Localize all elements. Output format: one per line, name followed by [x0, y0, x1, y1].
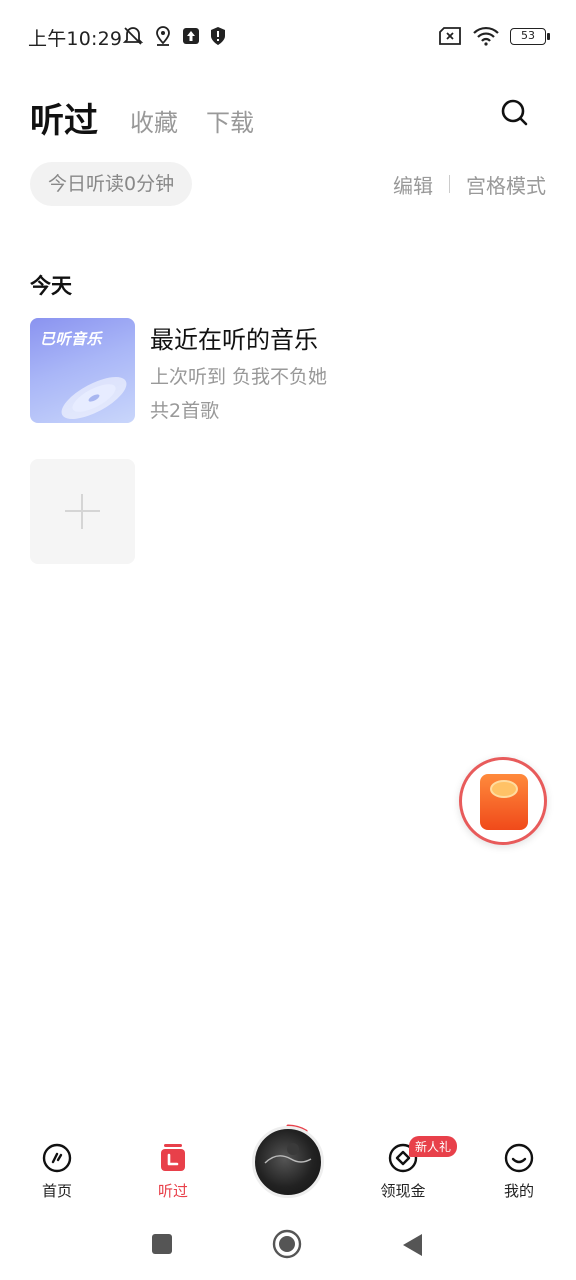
- nav-listened-label: 听过: [157, 1182, 188, 1200]
- status-icons-right: 53: [438, 24, 550, 48]
- toolbar-actions: 编辑 宫格模式: [393, 162, 546, 206]
- sim-none-icon: [439, 27, 461, 45]
- shield-icon: [211, 27, 225, 45]
- listened-icon: [161, 1144, 185, 1171]
- nav-profile[interactable]: 我的: [474, 1142, 564, 1201]
- red-packet-icon: [480, 774, 528, 830]
- nav-home-label: 首页: [41, 1182, 72, 1200]
- header: 听过 收藏 下载: [0, 88, 576, 148]
- profile-icon: [504, 1143, 534, 1173]
- system-nav-bar: [0, 1210, 576, 1280]
- playlist-title: 最近在听的音乐: [150, 326, 318, 354]
- status-bar: 上午10:29 53: [0, 0, 576, 72]
- grid-mode-button[interactable]: 宫格模式: [466, 170, 546, 199]
- tab-listened[interactable]: 听过: [30, 93, 98, 142]
- tab-downloads[interactable]: 下载: [206, 103, 254, 138]
- home-circle-icon[interactable]: [272, 1229, 302, 1259]
- bottom-nav: 首页 听过 领现金 新人礼 我的: [0, 1120, 576, 1210]
- playlist-last-played: 上次听到 负我不负她: [150, 366, 328, 388]
- nav-listened[interactable]: 听过: [128, 1142, 218, 1201]
- tab-favorites[interactable]: 收藏: [130, 103, 178, 138]
- vinyl-disc-icon: [61, 377, 127, 419]
- edit-button[interactable]: 编辑: [393, 170, 433, 199]
- now-playing-disc[interactable]: [252, 1126, 324, 1198]
- red-packet-float-button[interactable]: [459, 757, 547, 845]
- mute-bell-icon: [122, 27, 144, 45]
- status-icons-left: [122, 24, 226, 48]
- today-listen-time-pill: 今日听读0分钟: [30, 162, 193, 206]
- home-icon: [42, 1143, 72, 1173]
- upload-icon: [183, 28, 199, 44]
- recent-apps-icon[interactable]: [150, 1232, 174, 1256]
- search-icon[interactable]: [498, 96, 532, 130]
- divider: [449, 175, 450, 193]
- back-icon[interactable]: [400, 1232, 424, 1258]
- status-time: 上午10:29: [28, 28, 123, 50]
- nav-profile-label: 我的: [503, 1182, 534, 1200]
- add-playlist-button[interactable]: [30, 459, 135, 564]
- album-art-icon: [264, 1143, 312, 1164]
- section-title-today: 今天: [30, 274, 72, 298]
- location-icon: [156, 26, 170, 46]
- nav-home[interactable]: 首页: [12, 1142, 102, 1201]
- playlist-count: 共2首歌: [150, 400, 220, 422]
- playlist-cover: 已听音乐: [30, 318, 135, 423]
- wifi-icon: [473, 26, 499, 46]
- battery-icon: 53: [510, 27, 550, 45]
- playlist-card[interactable]: 已听音乐 最近在听的音乐 上次听到 负我不负她 共2首歌: [30, 318, 550, 424]
- new-user-gift-badge: 新人礼: [409, 1136, 458, 1157]
- nav-cash-label: 领现金: [380, 1182, 426, 1200]
